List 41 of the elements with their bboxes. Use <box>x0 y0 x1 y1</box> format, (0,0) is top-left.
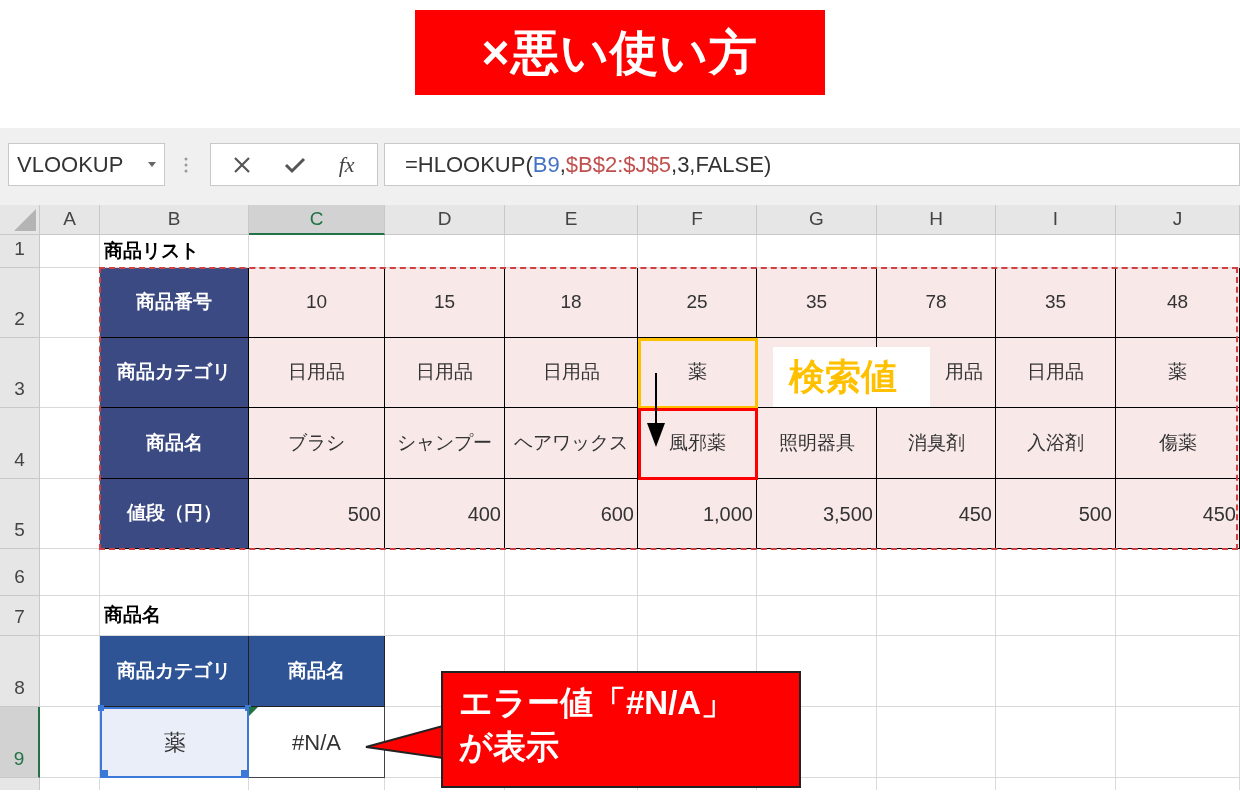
row-header-cell: 商品番号 <box>100 268 249 338</box>
table-cell: 500 <box>249 479 385 549</box>
column-header-cell: 商品カテゴリ <box>100 636 249 707</box>
formula-text: =HLOOKUP(B9,$B$2:$J$5,3,FALSE) <box>405 151 772 179</box>
table-cell: 入浴剤 <box>996 408 1116 479</box>
table-cell: 78 <box>877 268 996 338</box>
table-cell: 48 <box>1116 268 1240 338</box>
selected-cell: 薬 <box>100 707 249 778</box>
table-cell: 薬 <box>1116 338 1240 408</box>
table-cell: 15 <box>385 268 505 338</box>
table-cell: 450 <box>877 479 996 549</box>
table-cell: 25 <box>638 268 757 338</box>
table-cell: 500 <box>996 479 1116 549</box>
table-cell: 35 <box>757 268 877 338</box>
table-cell: 日用品 <box>505 338 638 408</box>
table-cell: 600 <box>505 479 638 549</box>
title-banner: ×悪い使い方 <box>415 10 825 95</box>
table-cell: 3,500 <box>757 479 877 549</box>
row-header-cell: 商品名 <box>100 408 249 479</box>
table-cell: 傷薬 <box>1116 408 1240 479</box>
table-cell: 照明器具 <box>757 408 877 479</box>
table-cell: ヘアワックス <box>505 408 638 479</box>
table-cell: 日用品 <box>996 338 1116 408</box>
table-cell: 消臭剤 <box>877 408 996 479</box>
table-cell: シャンプー <box>385 408 505 479</box>
table-cell: 10 <box>249 268 385 338</box>
table-cell: 日用品 <box>249 338 385 408</box>
callout-tooltip: エラー値「#N/A」が表示 <box>441 671 801 788</box>
table-cell: 1,000 <box>638 479 757 549</box>
result-cell: #N/A <box>249 707 385 778</box>
lookup-value-label: 検索値 <box>773 347 930 407</box>
table-cell: 400 <box>385 479 505 549</box>
table-cell: 450 <box>1116 479 1240 549</box>
sheet-title: 商品名 <box>100 596 249 636</box>
table-cell: 18 <box>505 268 638 338</box>
table-cell: ブラシ <box>249 408 385 479</box>
table-cell: 日用品 <box>385 338 505 408</box>
table-cell: 35 <box>996 268 1116 338</box>
row-header-cell: 値段（円） <box>100 479 249 549</box>
row-header-cell: 商品カテゴリ <box>100 338 249 408</box>
column-header-cell: 商品名 <box>249 636 385 707</box>
